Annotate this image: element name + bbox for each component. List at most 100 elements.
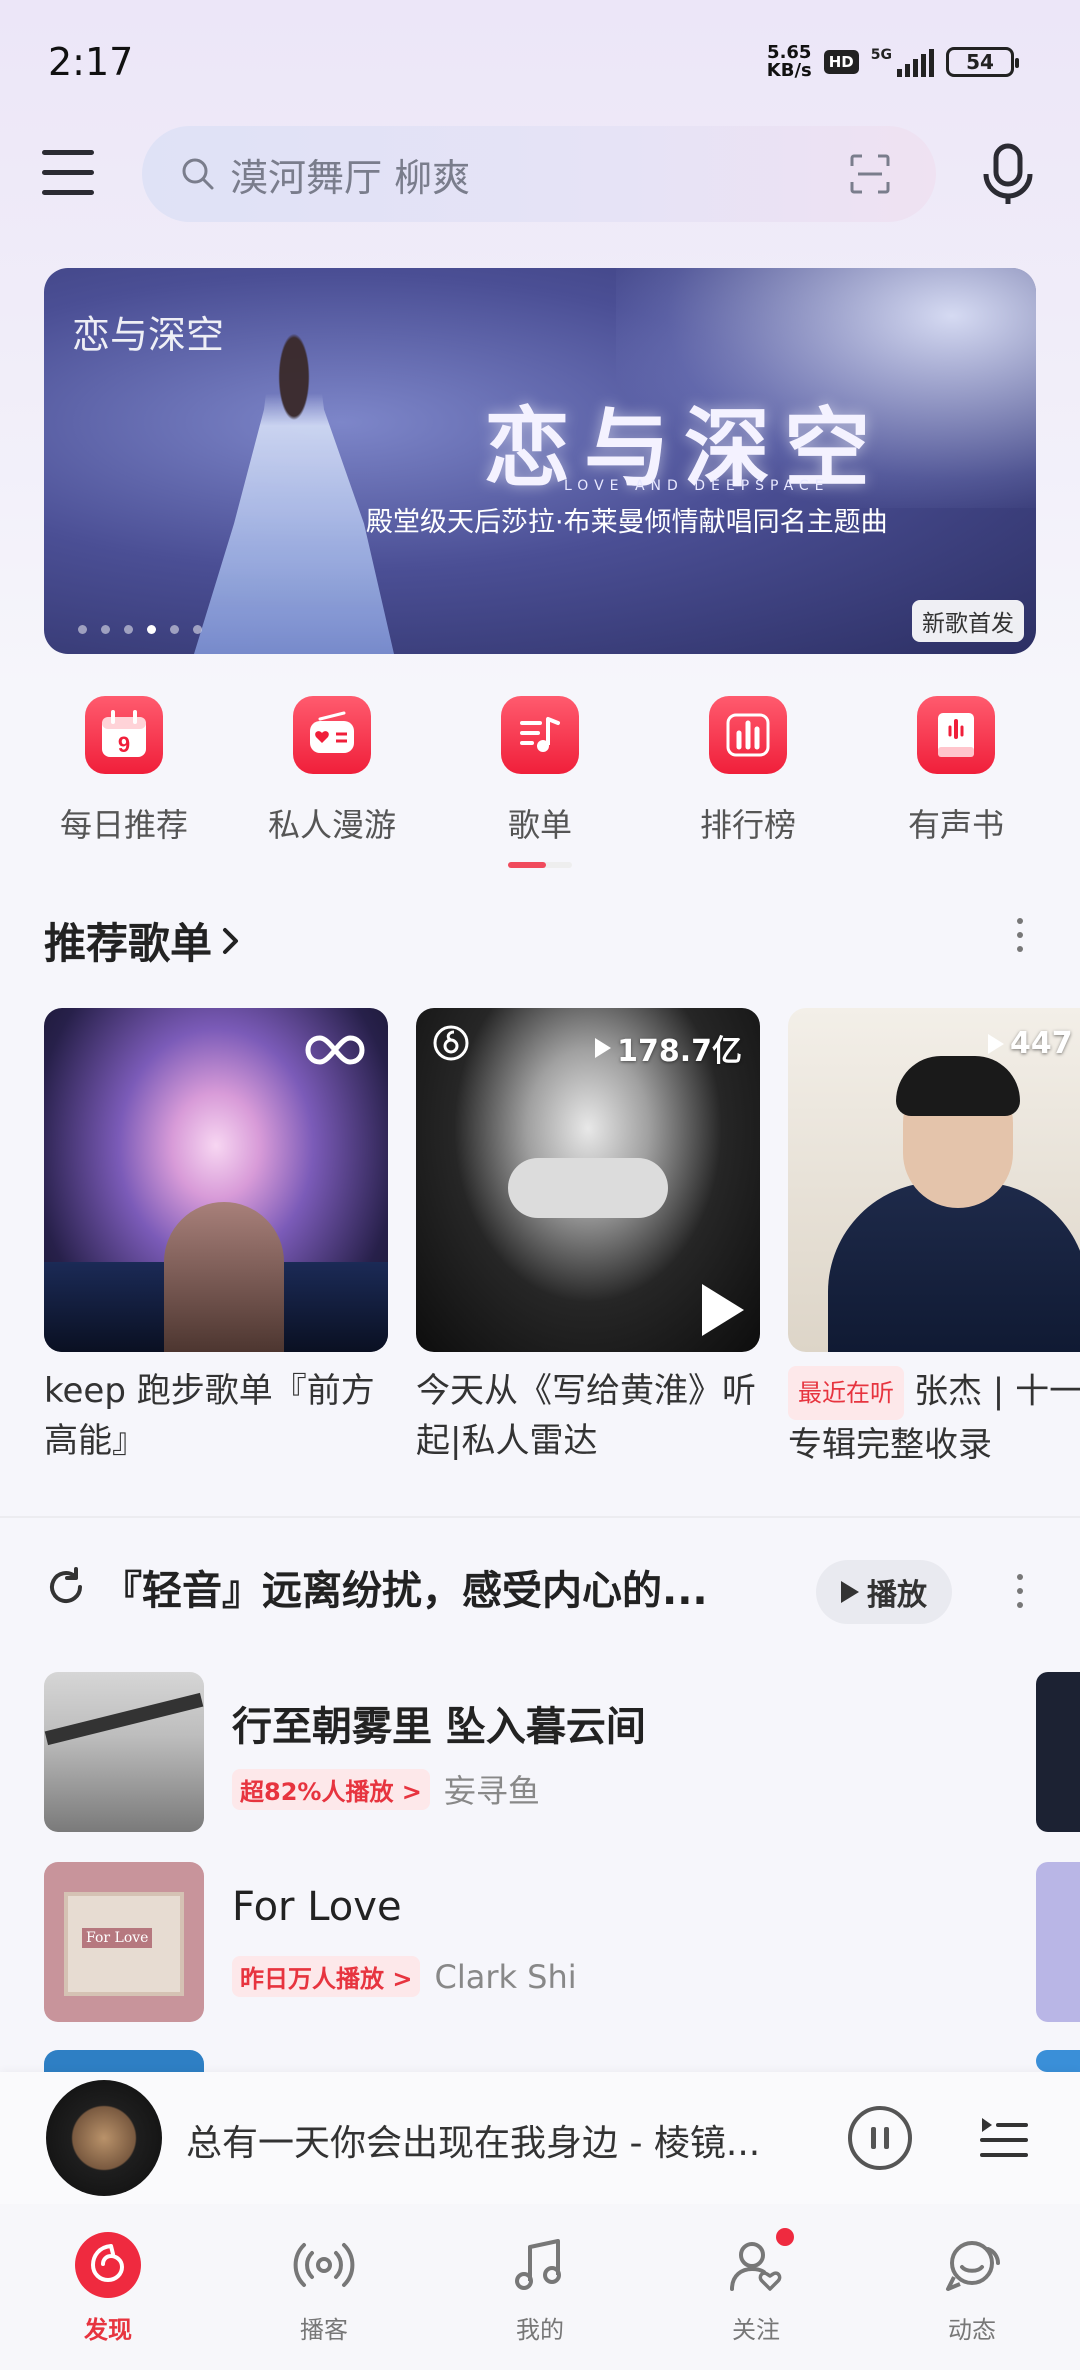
radio-icon — [293, 696, 371, 774]
nav-tab-discover[interactable]: 发现 — [0, 2204, 216, 2370]
status-indicators: 5.65 KB/s HD 5G 54 — [767, 44, 1019, 80]
signal-icon: 5G — [871, 47, 934, 77]
quick-entry-audiobook[interactable]: 有声书 — [852, 696, 1060, 876]
next-column-preview[interactable] — [1036, 1672, 1080, 1832]
section-divider — [0, 1516, 1080, 1518]
nav-label: 发现 — [84, 2316, 132, 2344]
next-column-preview — [1036, 2050, 1080, 2072]
banner-pager — [78, 625, 202, 634]
battery-level: 54 — [966, 50, 994, 74]
popularity-tag[interactable]: 昨日万人播放 > — [232, 1956, 421, 1997]
status-time: 2:17 — [48, 40, 134, 84]
mix-section-header: 『轻音』远离纷扰，感受内心的... — [44, 1558, 708, 1616]
song-title: 行至朝雾里 坠入暮云间 — [232, 1704, 646, 1750]
album-disc[interactable] — [46, 2080, 162, 2196]
playlist-card[interactable]: 447 最近在听 张杰 | 十一专辑完整收录 — [788, 1008, 1080, 1468]
menu-button[interactable] — [42, 150, 94, 196]
podcast-icon — [289, 2230, 359, 2300]
banner-subtitle: 殿堂级天后莎拉·布莱曼倾情献唱同名主题曲 — [366, 507, 888, 538]
play-all-button[interactable]: 播放 — [816, 1560, 952, 1624]
playlist-cover: 178.7亿 — [416, 1008, 760, 1352]
popularity-tag[interactable]: 超82%人播放 > — [232, 1768, 430, 1810]
network-type: 5G — [870, 47, 892, 63]
calendar-icon: 9 — [85, 696, 163, 774]
play-icon — [841, 1581, 859, 1603]
play-triangle-icon — [595, 1038, 612, 1058]
banner-logo: 恋与深空 — [72, 313, 225, 357]
mini-player[interactable]: 总有一天你会出现在我身边 - 棱镜... — [0, 2072, 1080, 2204]
quick-entry-daily[interactable]: 9 每日推荐 — [20, 696, 228, 876]
hd-badge: HD — [823, 50, 859, 74]
bottom-navigation: 发现 播客 我的 关注 动态 — [0, 2204, 1080, 2370]
playlist-carousel: keep 跑步歌单『前方高能』 178.7亿 今天从《写给黄淮》听起|私人雷达 — [44, 1008, 1080, 1468]
playlist-card[interactable]: keep 跑步歌单『前方高能』 — [44, 1008, 388, 1466]
quick-entry-charts[interactable]: 排行榜 — [644, 696, 852, 876]
play-triangle-icon — [988, 1033, 1004, 1054]
playlist-title: keep 跑步歌单『前方高能』 — [44, 1371, 375, 1461]
recommended-playlists-header[interactable]: 推荐歌单 — [44, 910, 242, 971]
refresh-icon[interactable] — [44, 1565, 88, 1609]
search-placeholder: 漠河舞厅 柳爽 — [230, 155, 471, 200]
quick-entry-roaming[interactable]: 私人漫游 — [228, 696, 436, 876]
play-count: 178.7亿 — [595, 1026, 742, 1070]
quick-entry-label: 歌单 — [507, 806, 572, 844]
notification-dot — [776, 2228, 794, 2246]
play-all-label: 播放 — [867, 1578, 927, 1613]
promo-banner[interactable]: 恋与深空 恋与深空 LOVE AND DEEPSPACE 殿堂级天后莎拉·布莱曼… — [44, 268, 1036, 654]
search-bar[interactable]: 漠河舞厅 柳爽 — [142, 126, 936, 222]
playlist-cover: 447 — [788, 1008, 1080, 1352]
banner-singer-image — [194, 328, 394, 654]
radar-logo-icon — [433, 1025, 469, 1061]
quick-entry-label: 排行榜 — [699, 806, 796, 844]
nav-label: 关注 — [732, 2316, 780, 2344]
playlist-cover — [44, 1008, 388, 1352]
song-row[interactable]: 行至朝雾里 坠入暮云间 超82%人播放 > 妄寻鱼 — [44, 1672, 1044, 1832]
quick-entry-playlist[interactable]: 歌单 — [436, 696, 644, 876]
now-playing-text: 总有一天你会出现在我身边 - 棱镜... — [186, 2123, 761, 2164]
recently-played-tag: 最近在听 — [788, 1366, 904, 1420]
quick-entry-label: 每日推荐 — [59, 806, 188, 844]
network-speed-unit: KB/s — [766, 60, 812, 81]
nav-label: 动态 — [948, 2316, 996, 2344]
status-bar: 2:17 5.65 KB/s HD 5G 54 — [0, 0, 1080, 120]
nav-tab-mine[interactable]: 我的 — [432, 2204, 648, 2370]
nav-label: 我的 — [516, 2316, 564, 2344]
song-cover — [44, 1672, 204, 1832]
nav-tab-podcast[interactable]: 播客 — [216, 2204, 432, 2370]
song-row[interactable]: For Love For Love 昨日万人播放 > Clark Shi — [44, 1862, 1044, 2022]
play-count-value: 178.7亿 — [617, 1034, 742, 1069]
nav-tab-moments[interactable]: 动态 — [864, 2204, 1080, 2370]
scan-icon[interactable] — [848, 152, 892, 196]
song-meta: 超82%人播放 > 妄寻鱼 — [232, 1766, 540, 1812]
search-icon — [182, 158, 214, 190]
calendar-date: 9 — [118, 732, 130, 757]
playlist-card[interactable]: 178.7亿 今天从《写给黄淮》听起|私人雷达 — [416, 1008, 760, 1466]
chart-icon — [709, 696, 787, 774]
pause-button[interactable] — [848, 2106, 912, 2170]
quick-entry-label: 私人漫游 — [267, 806, 396, 844]
audiobook-icon — [917, 696, 995, 774]
playlist-icon — [501, 696, 579, 774]
play-count-value: 447 — [1010, 1026, 1073, 1061]
quick-entry-scroll-indicator — [508, 862, 572, 868]
chevron-right-icon — [223, 927, 239, 954]
playlist-title: 今天从《写给黄淮》听起|私人雷达 — [416, 1371, 756, 1461]
netease-logo-icon — [73, 2230, 143, 2300]
nav-tab-follow[interactable]: 关注 — [648, 2204, 864, 2370]
song-artist: 妄寻鱼 — [443, 1772, 540, 1810]
more-options-icon[interactable] — [1015, 918, 1025, 952]
play-icon[interactable] — [702, 1284, 744, 1336]
cover-text: For Love — [82, 1928, 153, 1948]
banner-badge: 新歌首发 — [912, 600, 1024, 642]
infinite-loop-icon — [305, 1035, 365, 1065]
song-artist: Clark Shi — [434, 1957, 577, 1996]
song-meta: 昨日万人播放 > Clark Shi — [232, 1956, 577, 1997]
playlist-title: 最近在听 张杰 | 十一专辑完整收录 — [788, 1366, 1080, 1468]
quick-entry-label: 有声书 — [907, 806, 1004, 844]
more-options-icon[interactable] — [1015, 1574, 1025, 1608]
banner-english-title: LOVE AND DEEPSPACE — [564, 478, 830, 494]
next-column-preview[interactable] — [1036, 1862, 1080, 2022]
network-speed: 5.65 KB/s — [767, 44, 812, 80]
microphone-icon[interactable] — [980, 142, 1036, 208]
playlist-queue-icon[interactable] — [978, 2114, 1030, 2162]
